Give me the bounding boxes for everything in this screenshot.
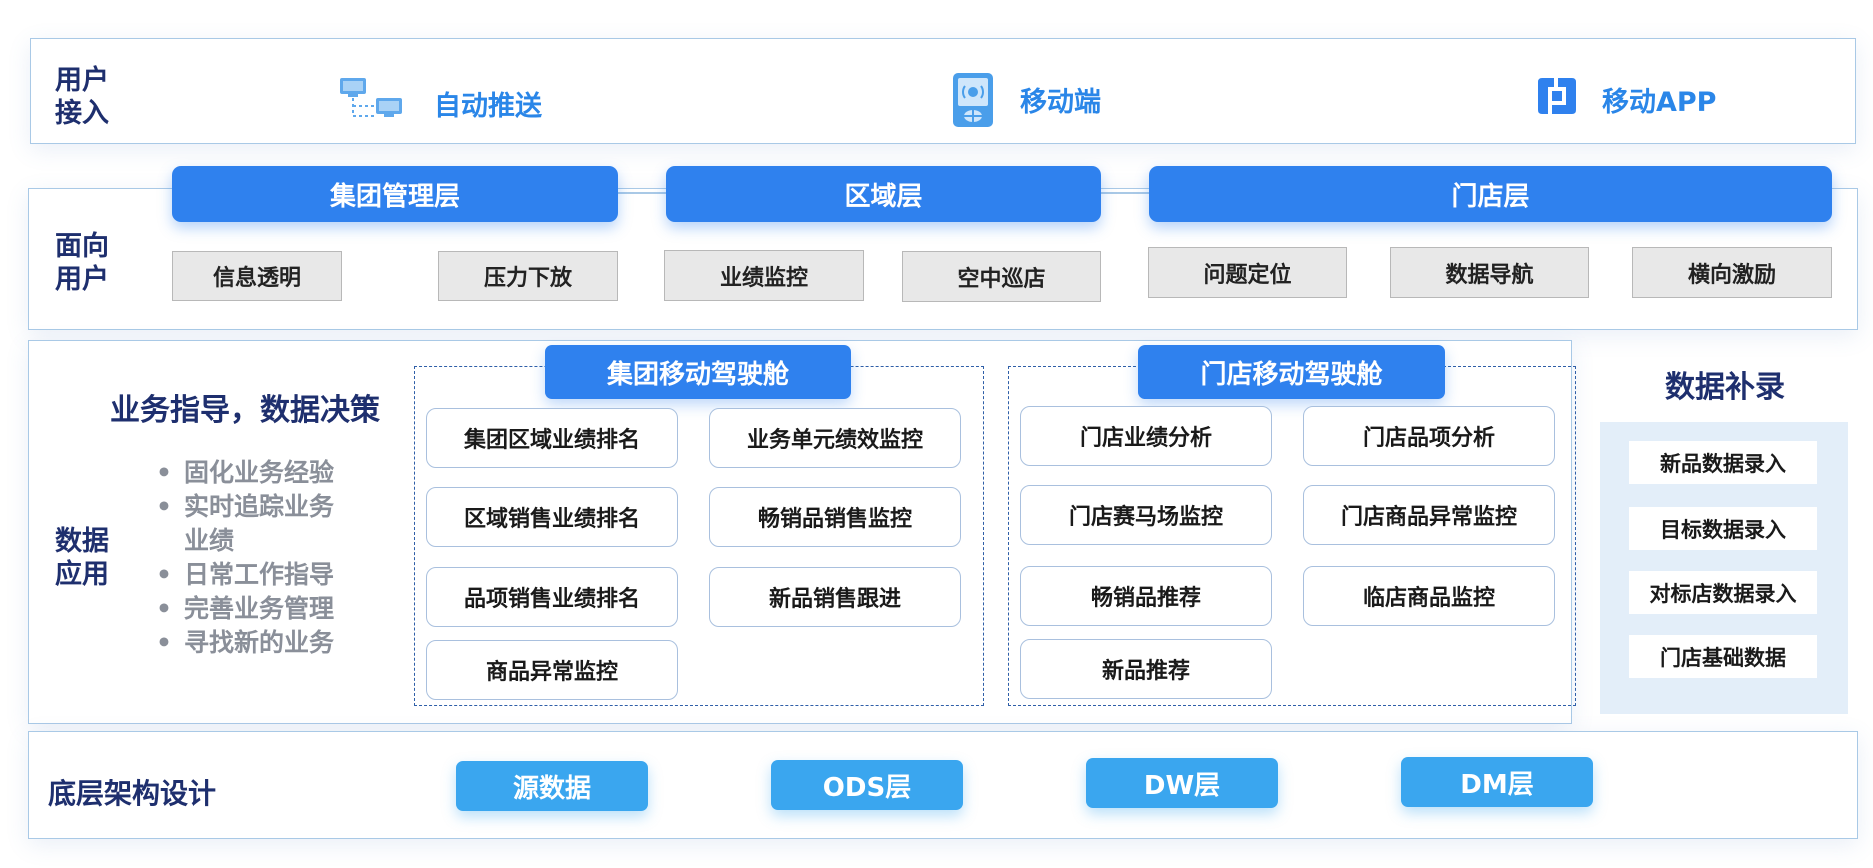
mobile-device-icon <box>952 72 994 128</box>
supplement-item: 对标店数据录入 <box>1629 571 1817 614</box>
layer-dm: DM层 <box>1401 757 1593 807</box>
store-cockpit-item: 新品推荐 <box>1020 639 1272 699</box>
bullet-item: • 固化业务经验 <box>156 458 335 487</box>
feature-horizontal-incentive: 横向激励 <box>1632 247 1832 298</box>
data-supplement-title: 数据补录 <box>1665 370 1785 405</box>
bullet-item: • 实时追踪业务 <box>156 492 335 521</box>
layer-ods: ODS层 <box>771 760 963 810</box>
group-cockpit-item: 区域销售业绩排名 <box>426 487 678 547</box>
layer-dw: DW层 <box>1086 758 1278 808</box>
store-tier: 门店层 <box>1149 166 1832 222</box>
group-management-tier: 集团管理层 <box>172 166 618 222</box>
supplement-item: 目标数据录入 <box>1629 507 1817 550</box>
bullet-item: • 完善业务管理 <box>156 594 335 623</box>
group-cockpit-item: 畅销品销售监控 <box>709 487 961 547</box>
computer-network-icon <box>338 76 404 122</box>
mobile-app-label: 移动APP <box>1602 87 1717 118</box>
feature-pressure-delegation: 压力下放 <box>438 251 618 301</box>
user-access-label: 用户 接入 <box>55 65 109 129</box>
data-application-label: 数据 应用 <box>55 526 109 590</box>
base-architecture-label: 底层架构设计 <box>48 777 217 810</box>
regional-tier: 区域层 <box>666 166 1101 222</box>
business-guidance-heading: 业务指导，数据决策 <box>110 393 380 428</box>
bullet-item: • 日常工作指导 <box>156 560 335 589</box>
store-cockpit-item: 门店品项分析 <box>1303 406 1555 466</box>
tier-connector <box>610 192 670 194</box>
group-cockpit-item: 新品销售跟进 <box>709 567 961 627</box>
supplement-item: 新品数据录入 <box>1629 441 1817 484</box>
store-cockpit-item: 门店商品异常监控 <box>1303 485 1555 545</box>
feature-performance-monitor: 业绩监控 <box>664 250 864 301</box>
layer-source-data: 源数据 <box>456 761 648 811</box>
user-facing-label: 面向 用户 <box>55 231 109 295</box>
store-cockpit-item: 畅销品推荐 <box>1020 566 1272 626</box>
supplement-item: 门店基础数据 <box>1629 635 1817 678</box>
bullet-item-continuation: 业绩 <box>184 526 235 555</box>
store-cockpit-item: 门店业绩分析 <box>1020 406 1272 466</box>
feature-data-navigation: 数据导航 <box>1390 247 1589 298</box>
user-access-panel <box>30 38 1856 144</box>
tier-connector <box>1098 192 1150 194</box>
group-cockpit-item: 集团区域业绩排名 <box>426 408 678 468</box>
store-cockpit-title: 门店移动驾驶舱 <box>1138 345 1445 399</box>
app-logo-icon <box>1536 78 1578 114</box>
group-cockpit-item: 品项销售业绩排名 <box>426 567 678 627</box>
bullet-item: • 寻找新的业务 <box>156 628 335 657</box>
store-cockpit-item: 临店商品监控 <box>1303 566 1555 626</box>
feature-issue-locating: 问题定位 <box>1148 247 1347 298</box>
feature-remote-store-patrol: 空中巡店 <box>902 251 1101 302</box>
feature-info-transparency: 信息透明 <box>172 251 342 301</box>
benefit-bullet-list: • 固化业务经验 • 实时追踪业务 业绩 • 日常工作指导 • 完善业务管理 • 寻找新的… <box>152 456 392 660</box>
group-cockpit-title: 集团移动驾驶舱 <box>545 345 851 399</box>
auto-push-label: 自动推送 <box>434 91 542 122</box>
store-cockpit-item: 门店赛马场监控 <box>1020 485 1272 545</box>
mobile-end-label: 移动端 <box>1020 87 1101 118</box>
group-cockpit-item: 商品异常监控 <box>426 640 678 700</box>
group-cockpit-item: 业务单元绩效监控 <box>709 408 961 468</box>
